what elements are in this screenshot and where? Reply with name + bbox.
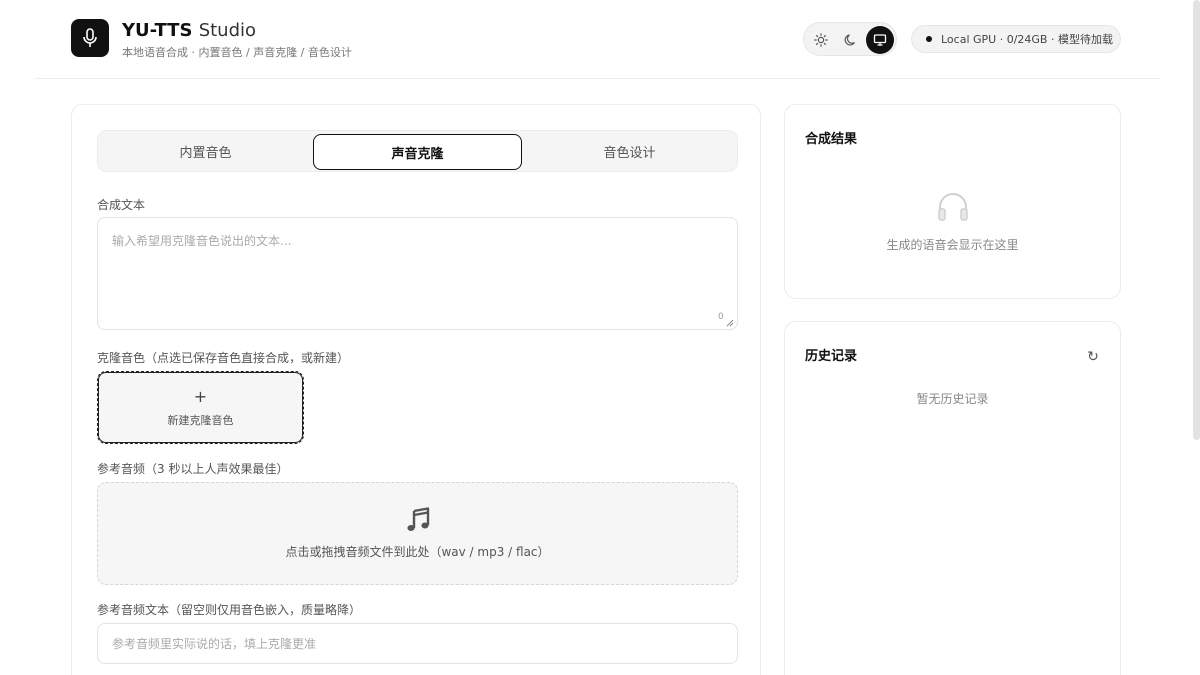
result-panel: 合成结果 生成的语音会显示在这里 [784, 104, 1121, 299]
audio-dropzone[interactable]: 点击或拖拽音频文件到此处（wav / mp3 / flac） [97, 482, 738, 585]
plus-icon: + [193, 386, 208, 406]
history-panel: 历史记录 ↻ 暂无历史记录 [784, 321, 1121, 675]
refresh-icon[interactable]: ↻ [1085, 349, 1101, 365]
status-dot [926, 36, 932, 42]
moon-icon [844, 34, 856, 46]
history-title: 历史记录 [805, 349, 858, 364]
tab-builtin-voice[interactable]: 内置音色 [98, 131, 313, 171]
history-empty-text: 暂无历史记录 [916, 392, 989, 406]
synthesis-form-card: 内置音色 声音克隆 音色设计 合成文本 0 克隆音色（点选已保存音色直接合成，或… [71, 104, 761, 675]
monitor-icon [873, 34, 887, 46]
clone-voice-label: 克隆音色（点选已保存音色直接合成，或新建） [97, 351, 350, 365]
app-title-light: Studio [198, 20, 257, 41]
app-header: YU-TTS Studio 本地语音合成 · 内置音色 / 声音克隆 / 音色设… [35, 0, 1160, 79]
ref-audio-label: 参考音频（3 秒以上人声效果最佳） [97, 462, 289, 476]
headphones-icon [938, 193, 968, 221]
app-subtitle: 本地语音合成 · 内置音色 / 声音克隆 / 音色设计 [122, 46, 352, 59]
dropzone-hint: 点击或拖拽音频文件到此处（wav / mp3 / flac） [285, 545, 550, 559]
mode-tabs: 内置音色 声音克隆 音色设计 [97, 130, 738, 172]
music-note-icon [406, 507, 429, 531]
microphone-icon [83, 28, 97, 47]
new-clone-voice-label: 新建克隆音色 [167, 413, 234, 427]
synthesis-text-input[interactable] [97, 217, 738, 330]
page-scrollbar[interactable] [1193, 0, 1200, 440]
theme-switcher [803, 22, 897, 56]
tab-voice-design[interactable]: 音色设计 [522, 131, 737, 171]
theme-dark-button[interactable] [837, 26, 865, 54]
ref-text-label: 参考音频文本（留空则仅用音色嵌入，质量略降） [97, 603, 362, 617]
result-title: 合成结果 [805, 132, 858, 147]
text-field-label: 合成文本 [97, 198, 146, 212]
new-clone-voice-button[interactable]: + 新建克隆音色 [97, 371, 304, 444]
result-empty-text: 生成的语音会显示在这里 [886, 238, 1019, 252]
gpu-status-text: Local GPU · 0/24GB · 模型待加载 [941, 33, 1113, 46]
app-title-main: YU-TTS [122, 20, 193, 41]
resize-handle-icon[interactable] [726, 319, 734, 327]
gpu-status-badge: Local GPU · 0/24GB · 模型待加载 [911, 25, 1121, 53]
app-logo [71, 19, 109, 57]
theme-light-button[interactable] [807, 26, 835, 54]
tab-voice-clone[interactable]: 声音克隆 [313, 134, 522, 170]
ref-text-input[interactable] [97, 623, 738, 664]
sun-icon [814, 33, 828, 47]
theme-system-button[interactable] [866, 26, 894, 54]
char-count: 0 [718, 312, 724, 322]
app-title: YU-TTS Studio [122, 20, 256, 41]
